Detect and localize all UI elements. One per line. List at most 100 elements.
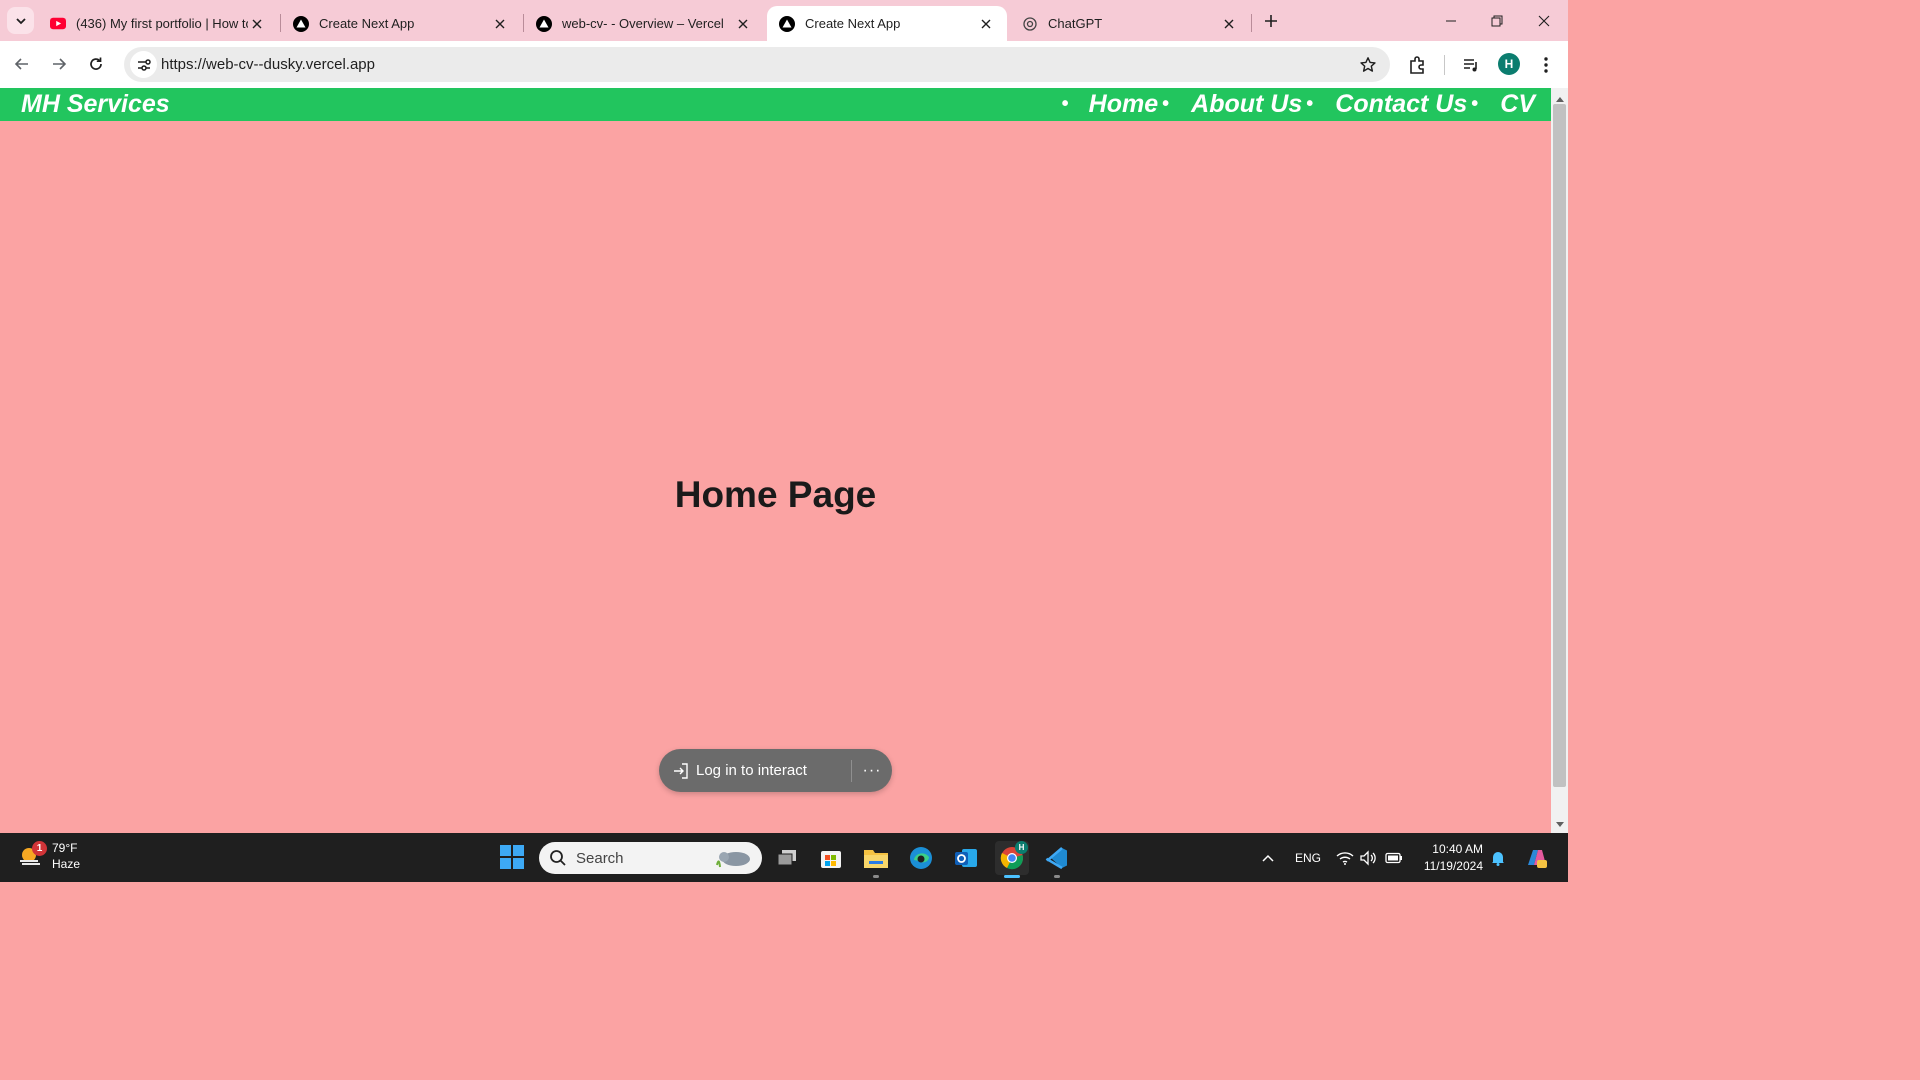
nav-bullet: • (1471, 93, 1479, 115)
notification-badge: 1 (32, 841, 47, 856)
site-navbar: MH Services • Home • About Us • Contact … (0, 88, 1551, 121)
profile-badge: H (1015, 841, 1028, 854)
site-nav-links: • Home • About Us • Contact Us • CV (1058, 90, 1535, 119)
scrollbar-thumb[interactable] (1553, 104, 1566, 787)
close-tab-icon[interactable] (248, 15, 266, 33)
wifi-icon[interactable] (1336, 849, 1354, 867)
system-clock[interactable]: 10:40 AM 11/19/2024 (1424, 841, 1483, 875)
edge-browser-icon[interactable] (904, 841, 938, 875)
vercel-toolbar: Log in to interact ··· (659, 749, 892, 792)
nav-bullet: • (1061, 93, 1069, 115)
vercel-triangle-icon (536, 15, 552, 32)
minimize-button[interactable] (1428, 0, 1474, 41)
browser-tab[interactable]: ChatGPT (1010, 6, 1250, 41)
close-tab-icon[interactable] (734, 15, 752, 33)
kebab-menu-icon[interactable] (1534, 53, 1558, 77)
close-tab-icon[interactable] (977, 15, 995, 33)
nav-link-contact[interactable]: Contact Us (1335, 90, 1467, 119)
weather-widget[interactable]: 1 79°F Haze (18, 840, 80, 872)
weather-condition: Haze (52, 857, 81, 871)
nextjs-triangle-icon (779, 15, 795, 32)
tab-title: Create Next App (319, 16, 415, 31)
clock-time: 10:40 AM (1432, 842, 1483, 856)
manatee-search-highlight-icon (716, 852, 750, 868)
search-placeholder: Search (576, 849, 624, 867)
media-controls-icon[interactable] (1459, 53, 1483, 77)
arrow-left-icon (14, 58, 28, 70)
chatgpt-icon (1022, 16, 1038, 32)
scroll-down-icon[interactable] (1551, 818, 1568, 832)
nav-link-about[interactable]: About Us (1191, 90, 1302, 119)
task-view-icon[interactable] (770, 841, 804, 875)
toolbar-divider (1444, 55, 1445, 75)
windows-start-icon[interactable] (500, 845, 524, 869)
url-text[interactable]: https://web-cv--dusky.vercel.app (161, 56, 375, 73)
vscode-icon[interactable] (1040, 841, 1074, 878)
notification-bell-icon[interactable] (1489, 849, 1507, 867)
language-indicator[interactable]: ENG (1295, 851, 1321, 865)
windows-taskbar: 1 79°F Haze Search H ENG 10:40 AM 11/19/… (0, 833, 1568, 882)
reload-icon (90, 57, 102, 70)
tab-title: web-cv- - Overview – Vercel (562, 16, 724, 31)
more-options-icon[interactable]: ··· (852, 762, 892, 780)
tab-search-button[interactable] (7, 7, 34, 34)
nav-link-cv[interactable]: CV (1500, 90, 1535, 119)
forward-button[interactable] (45, 50, 73, 78)
arrow-right-icon (53, 58, 67, 70)
microsoft-store-icon[interactable] (814, 841, 848, 875)
chevron-down-icon (15, 17, 26, 24)
profile-avatar[interactable]: H (1498, 53, 1520, 75)
extensions-icon[interactable] (1405, 53, 1429, 77)
nextjs-triangle-icon (293, 15, 309, 32)
running-indicator (1054, 875, 1060, 878)
running-indicator (1004, 875, 1020, 878)
outlook-icon[interactable] (949, 841, 983, 875)
site-info-button[interactable] (130, 51, 157, 78)
tab-strip: (436) My first portfolio | How to Create… (0, 0, 1568, 41)
weather-haze-icon: 1 (18, 841, 47, 869)
browser-tab[interactable]: (436) My first portfolio | How to (38, 6, 278, 41)
tune-icon (137, 58, 151, 71)
new-tab-button[interactable] (1258, 8, 1284, 34)
close-icon (1538, 15, 1550, 26)
nav-bullet: • (1162, 93, 1170, 115)
battery-icon[interactable] (1385, 849, 1403, 867)
browser-tab-active[interactable]: Create Next App (767, 6, 1007, 41)
plus-icon (1265, 15, 1277, 27)
youtube-icon (50, 16, 66, 32)
login-icon (672, 762, 690, 780)
site-brand[interactable]: MH Services (21, 90, 170, 119)
browser-tab[interactable]: web-cv- - Overview – Vercel (524, 6, 764, 41)
tab-title: (436) My first portfolio | How to (76, 16, 248, 31)
nav-link-home[interactable]: Home (1089, 90, 1158, 119)
running-indicator (873, 875, 879, 878)
tab-title: Create Next App (805, 16, 901, 31)
weather-temp: 79°F (52, 841, 78, 855)
search-icon (550, 850, 566, 866)
close-tab-icon[interactable] (491, 15, 509, 33)
nav-bullet: • (1306, 93, 1314, 115)
close-tab-icon[interactable] (1220, 15, 1238, 33)
copilot-icon[interactable] (1524, 846, 1548, 870)
tab-title: ChatGPT (1048, 16, 1103, 31)
file-explorer-icon[interactable] (859, 841, 893, 878)
browser-tab[interactable]: Create Next App (281, 6, 521, 41)
page-heading: Home Page (674, 474, 877, 515)
bookmark-star-icon[interactable] (1358, 55, 1378, 75)
show-hidden-icons-chevron-icon[interactable] (1259, 849, 1277, 867)
browser-toolbar: https://web-cv--dusky.vercel.app H (0, 41, 1568, 88)
login-label: Log in to interact (696, 762, 807, 779)
volume-icon[interactable] (1360, 849, 1378, 867)
back-button[interactable] (8, 50, 36, 78)
clock-date: 11/19/2024 (1423, 859, 1483, 873)
chrome-icon[interactable]: H (995, 841, 1029, 878)
address-bar[interactable]: https://web-cv--dusky.vercel.app (124, 47, 1390, 82)
restore-icon (1491, 15, 1503, 26)
tab-separator (1251, 14, 1252, 32)
close-window-button[interactable] (1521, 0, 1567, 41)
reload-button[interactable] (82, 50, 110, 78)
taskbar-search-box[interactable]: Search (539, 842, 762, 874)
restore-button[interactable] (1474, 0, 1520, 41)
login-to-interact-button[interactable]: Log in to interact (659, 749, 851, 792)
minimize-icon (1446, 20, 1456, 21)
